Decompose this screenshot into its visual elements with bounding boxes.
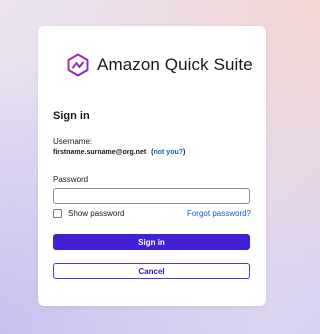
username-value: firstname.surname@org.net <box>53 149 147 156</box>
password-input[interactable] <box>53 188 250 204</box>
not-you-link[interactable]: not you? <box>153 149 183 156</box>
password-label: Password <box>53 175 89 184</box>
username-label: Username: <box>53 137 93 146</box>
brand-header: Amazon Quick Suite <box>66 52 253 78</box>
not-you-close-paren: ) <box>183 149 186 156</box>
show-password-checkbox[interactable] <box>53 209 62 218</box>
show-password-label: Show password <box>68 209 125 218</box>
username-row: firstname.surname@org.net (not you?) <box>53 149 185 156</box>
amazon-quick-suite-logo-icon <box>67 53 89 77</box>
sign-in-button[interactable]: Sign in <box>53 234 250 250</box>
sign-in-card: Amazon Quick Suite Sign in Username: fir… <box>38 26 266 306</box>
forgot-password-link[interactable]: Forgot password? <box>187 209 251 218</box>
cancel-button[interactable]: Cancel <box>53 263 250 279</box>
brand-name: Amazon Quick Suite <box>97 55 253 74</box>
sign-in-heading: Sign in <box>53 110 90 122</box>
show-password-toggle[interactable]: Show password <box>53 209 124 218</box>
